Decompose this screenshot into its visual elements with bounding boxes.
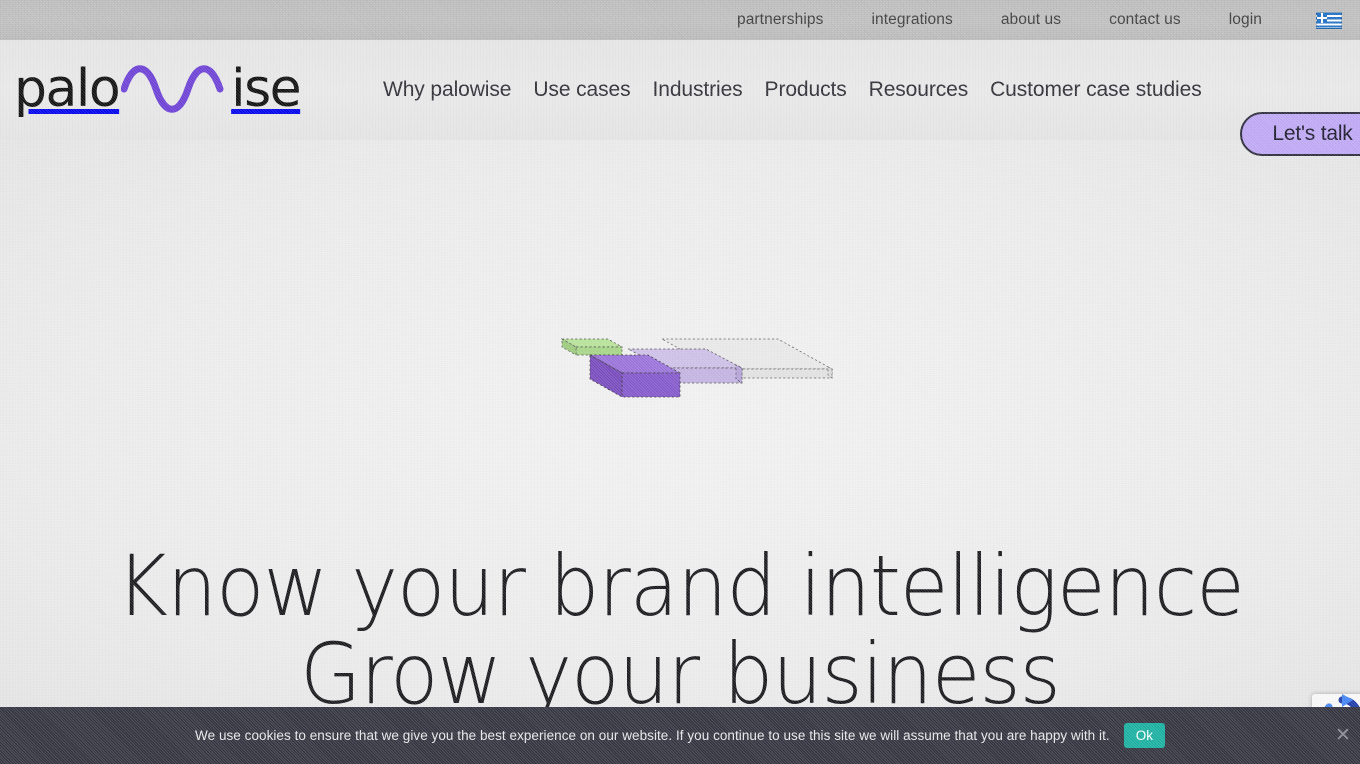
lets-talk-button[interactable]: Let's talk	[1240, 112, 1360, 156]
topnav-item-integrations[interactable]: integrations	[871, 11, 952, 29]
hero-section: Know your brand intelligence Grow your b…	[0, 140, 1360, 764]
greek-flag-icon[interactable]	[1316, 11, 1342, 29]
cookie-consent-content: We use cookies to ensure that we give yo…	[195, 722, 1165, 749]
nav-item-resources[interactable]: Resources	[858, 78, 979, 102]
logo-text-ise: ise	[231, 59, 302, 119]
nav-item-why-palowise[interactable]: Why palowise	[372, 78, 522, 102]
topnav-item-partnerships[interactable]: partnerships	[737, 11, 824, 29]
nav-item-products[interactable]: Products	[754, 78, 858, 102]
site-header: palo ise Why palowise Use cases Industri…	[0, 40, 1360, 156]
site-logo[interactable]: palo ise	[14, 56, 302, 122]
top-utility-bar: partnerships integrations about us conta…	[0, 0, 1360, 40]
cookie-consent-bar: We use cookies to ensure that we give yo…	[0, 707, 1360, 764]
close-icon[interactable]: ✕	[1332, 725, 1354, 747]
isometric-blocks-illustration	[560, 338, 834, 398]
sine-wave-icon	[121, 65, 224, 113]
top-utility-nav: partnerships integrations about us conta…	[737, 11, 1360, 29]
logo-text-palo: palo	[14, 59, 121, 119]
nav-item-use-cases[interactable]: Use cases	[522, 78, 641, 102]
green-slab	[560, 338, 624, 356]
headline-line-1: Know your brand intelligence	[116, 537, 1245, 635]
nav-item-industries[interactable]: Industries	[642, 78, 754, 102]
main-nav: Why palowise Use cases Industries Produc…	[372, 40, 1213, 140]
cookie-consent-message: We use cookies to ensure that we give yo…	[195, 728, 1110, 743]
topnav-item-contact-us[interactable]: contact us	[1109, 11, 1181, 29]
topnav-item-login[interactable]: login	[1229, 11, 1262, 29]
nav-item-customer-case-studies[interactable]: Customer case studies	[979, 78, 1213, 102]
page-title: Know your brand intelligence Grow your b…	[41, 542, 1319, 718]
headline-line-2: Grow your business	[300, 625, 1061, 723]
topnav-item-about-us[interactable]: about us	[1001, 11, 1061, 29]
greek-flag-canton	[1317, 12, 1328, 23]
cookie-accept-button[interactable]: Ok	[1123, 722, 1165, 749]
